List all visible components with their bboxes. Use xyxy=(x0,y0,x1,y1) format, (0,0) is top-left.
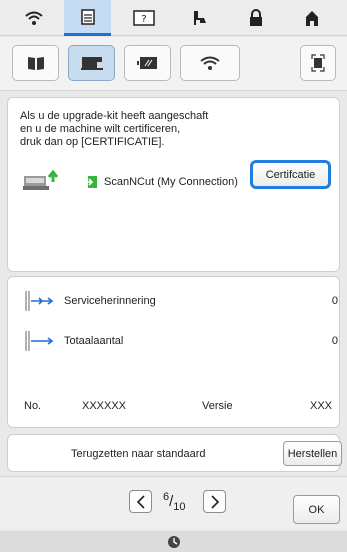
presser-foot-icon xyxy=(193,11,206,25)
needle-arrow-icon xyxy=(25,291,54,311)
sewing-machine-icon xyxy=(80,57,103,70)
version-value: XXX xyxy=(310,400,333,412)
clock-icon xyxy=(167,535,180,548)
fullscreen-button[interactable] xyxy=(300,45,336,81)
certification-button[interactable]: Certifcatie xyxy=(250,160,331,189)
page-total: 10 xyxy=(173,501,186,513)
connection-arrow-icon xyxy=(83,176,97,188)
tab-presser-foot[interactable] xyxy=(176,0,223,36)
help-icon: ? xyxy=(132,10,155,26)
tab-wifi[interactable] xyxy=(10,0,57,36)
total-count-label: Totaalaantal xyxy=(64,335,124,347)
service-reminder-label: Serviceherinnering xyxy=(64,295,156,307)
subtab-machine[interactable] xyxy=(68,45,115,81)
chevron-left-icon xyxy=(136,494,145,509)
book-icon xyxy=(27,57,44,70)
subtab-manual[interactable] xyxy=(12,45,59,81)
wifi-icon xyxy=(24,11,43,25)
page-indicator: 6/10 xyxy=(163,491,186,513)
wifi-icon xyxy=(200,56,220,70)
reset-label: Terugzetten naar standaard xyxy=(71,448,206,460)
tab-home[interactable] xyxy=(288,0,335,36)
connection-label: ScanNCut (My Connection) xyxy=(104,176,238,188)
lock-icon xyxy=(249,9,262,26)
serial-no-value: XXXXXX xyxy=(82,400,127,412)
screen-icon xyxy=(136,57,157,69)
next-page-button[interactable] xyxy=(203,490,226,513)
serial-no-label: No. xyxy=(24,400,42,412)
version-label: Versie xyxy=(202,400,233,412)
total-count-value: 0 xyxy=(331,335,338,347)
connection-row: ScanNCut (My Connection) xyxy=(22,170,238,194)
machine-upgrade-icon xyxy=(23,170,59,190)
subtab-wireless[interactable] xyxy=(180,45,240,81)
tab-lock[interactable] xyxy=(232,0,279,36)
top-tab-bar: ? xyxy=(0,0,347,36)
certification-message: Als u de upgrade-kit heeft aangeschaft e… xyxy=(20,110,209,148)
document-icon xyxy=(80,8,95,25)
status-bar xyxy=(0,531,347,552)
chevron-right-icon xyxy=(210,494,219,509)
service-reminder-value: 0 xyxy=(331,295,338,307)
tab-settings-document[interactable] xyxy=(64,0,111,36)
service-reminder-row: Serviceherinnering 0 xyxy=(22,290,338,312)
tab-help[interactable]: ? xyxy=(120,0,167,36)
reset-button[interactable]: Herstellen xyxy=(283,441,342,466)
total-count-row: Totaalaantal 0 xyxy=(22,330,338,352)
svg-text:?: ? xyxy=(141,14,146,25)
page-current: 6 xyxy=(163,491,170,503)
subtab-screen[interactable] xyxy=(124,45,171,81)
previous-page-button[interactable] xyxy=(129,490,152,513)
sub-tab-bar xyxy=(0,37,347,91)
fullscreen-icon xyxy=(311,54,325,72)
ok-button[interactable]: OK xyxy=(293,495,340,524)
needle-arrow-icon xyxy=(25,331,54,351)
home-icon xyxy=(305,11,318,26)
